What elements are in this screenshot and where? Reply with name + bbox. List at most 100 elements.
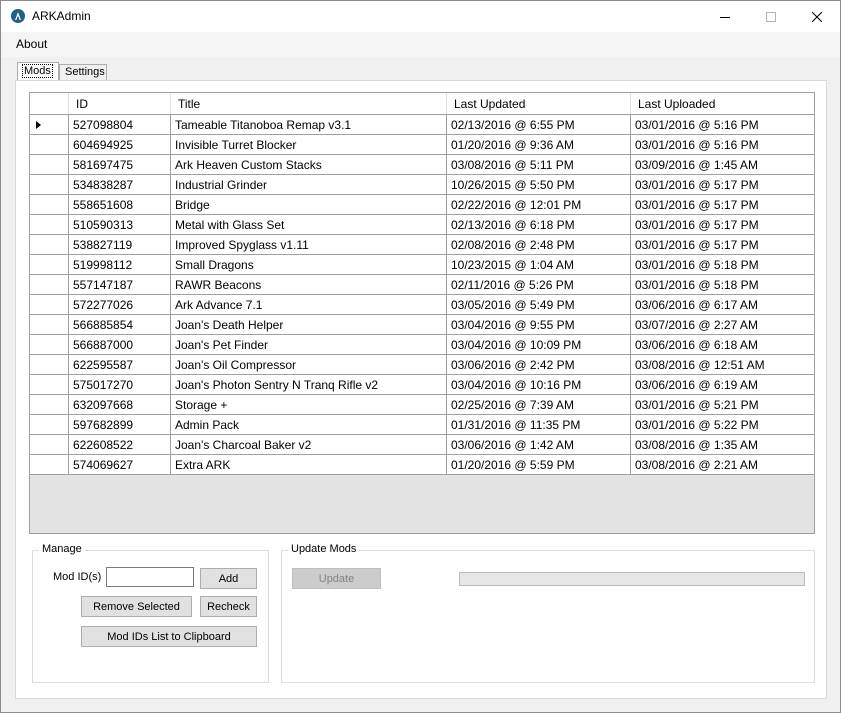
cell-title[interactable]: Bridge: [171, 195, 447, 214]
cell-id[interactable]: 519998112: [69, 255, 171, 274]
cell-id[interactable]: 574069627: [69, 455, 171, 474]
row-header[interactable]: [30, 215, 69, 234]
row-header[interactable]: [30, 175, 69, 194]
cell-last-uploaded[interactable]: 03/08/2016 @ 2:21 AM: [631, 455, 814, 474]
row-header[interactable]: [30, 195, 69, 214]
cell-title[interactable]: Ark Advance 7.1: [171, 295, 447, 314]
cell-last-updated[interactable]: 03/04/2016 @ 10:16 PM: [447, 375, 631, 394]
table-row[interactable]: 566885854 Joan's Death Helper 03/04/2016 @…: [30, 315, 814, 335]
cell-title[interactable]: RAWR Beacons: [171, 275, 447, 294]
cell-title[interactable]: Storage +: [171, 395, 447, 414]
cell-last-updated[interactable]: 01/20/2016 @ 5:59 PM: [447, 455, 631, 474]
cell-last-uploaded[interactable]: 03/01/2016 @ 5:18 PM: [631, 275, 814, 294]
cell-last-uploaded[interactable]: 03/01/2016 @ 5:18 PM: [631, 255, 814, 274]
cell-last-uploaded[interactable]: 03/08/2016 @ 1:35 AM: [631, 435, 814, 454]
cell-id[interactable]: 604694925: [69, 135, 171, 154]
column-header-title[interactable]: Title: [171, 93, 447, 114]
table-row[interactable]: 604694925 Invisible Turret Blocker 01/20/2…: [30, 135, 814, 155]
cell-last-updated[interactable]: 10/26/2015 @ 5:50 PM: [447, 175, 631, 194]
cell-title[interactable]: Joan's Pet Finder: [171, 335, 447, 354]
cell-title[interactable]: Extra ARK: [171, 455, 447, 474]
cell-last-updated[interactable]: 03/06/2016 @ 1:42 AM: [447, 435, 631, 454]
cell-last-uploaded[interactable]: 03/06/2016 @ 6:19 AM: [631, 375, 814, 394]
cell-title[interactable]: Improved Spyglass v1.11: [171, 235, 447, 254]
maximize-button[interactable]: [748, 1, 794, 32]
column-header-id[interactable]: ID: [69, 93, 171, 114]
row-header[interactable]: [30, 415, 69, 434]
cell-id[interactable]: 538827119: [69, 235, 171, 254]
cell-id[interactable]: 566887000: [69, 335, 171, 354]
cell-id[interactable]: 534838287: [69, 175, 171, 194]
column-header-last-uploaded[interactable]: Last Uploaded: [631, 93, 814, 114]
close-button[interactable]: [794, 1, 840, 32]
cell-id[interactable]: 527098804: [69, 115, 171, 134]
row-header[interactable]: [30, 135, 69, 154]
menu-about[interactable]: About: [16, 37, 47, 51]
table-row[interactable]: 575017270 Joan's Photon Sentry N Tranq Ri…: [30, 375, 814, 395]
cell-last-uploaded[interactable]: 03/09/2016 @ 1:45 AM: [631, 155, 814, 174]
row-header[interactable]: [30, 315, 69, 334]
table-row[interactable]: 527098804 Tameable Titanoboa Remap v3.1 02…: [30, 115, 814, 135]
cell-id[interactable]: 558651608: [69, 195, 171, 214]
cell-title[interactable]: Small Dragons: [171, 255, 447, 274]
row-header[interactable]: [30, 255, 69, 274]
column-header-last-updated[interactable]: Last Updated: [447, 93, 631, 114]
row-header[interactable]: [30, 395, 69, 414]
table-row[interactable]: 572277026 Ark Advance 7.1 03/05/2016 @ 5:4…: [30, 295, 814, 315]
cell-id[interactable]: 581697475: [69, 155, 171, 174]
mod-ids-input[interactable]: [106, 567, 194, 587]
minimize-button[interactable]: [702, 1, 748, 32]
cell-last-updated[interactable]: 02/13/2016 @ 6:55 PM: [447, 115, 631, 134]
cell-last-uploaded[interactable]: 03/01/2016 @ 5:17 PM: [631, 175, 814, 194]
cell-last-updated[interactable]: 03/08/2016 @ 5:11 PM: [447, 155, 631, 174]
row-header[interactable]: [30, 235, 69, 254]
cell-last-uploaded[interactable]: 03/01/2016 @ 5:21 PM: [631, 395, 814, 414]
cell-last-updated[interactable]: 01/20/2016 @ 9:36 AM: [447, 135, 631, 154]
cell-id[interactable]: 510590313: [69, 215, 171, 234]
update-button[interactable]: Update: [292, 568, 381, 589]
cell-last-uploaded[interactable]: 03/07/2016 @ 2:27 AM: [631, 315, 814, 334]
remove-selected-button[interactable]: Remove Selected: [81, 596, 192, 617]
cell-last-uploaded[interactable]: 03/06/2016 @ 6:18 AM: [631, 335, 814, 354]
table-row[interactable]: 558651608 Bridge 02/22/2016 @ 12:01 PM 03/0…: [30, 195, 814, 215]
table-row[interactable]: 622608522 Joan's Charcoal Baker v2 03/06/2…: [30, 435, 814, 455]
table-row[interactable]: 574069627 Extra ARK 01/20/2016 @ 5:59 PM 03…: [30, 455, 814, 475]
cell-title[interactable]: Joan's Death Helper: [171, 315, 447, 334]
column-header-selector[interactable]: [30, 93, 69, 114]
cell-id[interactable]: 632097668: [69, 395, 171, 414]
row-header[interactable]: [30, 375, 69, 394]
row-header[interactable]: [30, 335, 69, 354]
cell-id[interactable]: 572277026: [69, 295, 171, 314]
add-button[interactable]: Add: [200, 568, 257, 589]
table-row[interactable]: 534838287 Industrial Grinder 10/26/2015 @ …: [30, 175, 814, 195]
row-header[interactable]: [30, 355, 69, 374]
table-row[interactable]: 566887000 Joan's Pet Finder 03/04/2016 @ 1…: [30, 335, 814, 355]
cell-last-uploaded[interactable]: 03/06/2016 @ 6:17 AM: [631, 295, 814, 314]
cell-last-updated[interactable]: 01/31/2016 @ 11:35 PM: [447, 415, 631, 434]
cell-last-updated[interactable]: 03/04/2016 @ 10:09 PM: [447, 335, 631, 354]
cell-id[interactable]: 622595587: [69, 355, 171, 374]
copy-mod-ids-button[interactable]: Mod IDs List to Clipboard: [81, 626, 257, 647]
cell-last-updated[interactable]: 03/04/2016 @ 9:55 PM: [447, 315, 631, 334]
tab-settings[interactable]: Settings: [59, 64, 107, 81]
table-row[interactable]: 519998112 Small Dragons 10/23/2015 @ 1:04 …: [30, 255, 814, 275]
cell-id[interactable]: 557147187: [69, 275, 171, 294]
table-row[interactable]: 557147187 RAWR Beacons 02/11/2016 @ 5:26 P…: [30, 275, 814, 295]
row-header[interactable]: [30, 455, 69, 474]
cell-last-updated[interactable]: 03/05/2016 @ 5:49 PM: [447, 295, 631, 314]
cell-id[interactable]: 575017270: [69, 375, 171, 394]
cell-last-uploaded[interactable]: 03/01/2016 @ 5:17 PM: [631, 215, 814, 234]
cell-title[interactable]: Invisible Turret Blocker: [171, 135, 447, 154]
table-row[interactable]: 622595587 Joan's Oil Compressor 03/06/2016…: [30, 355, 814, 375]
cell-last-updated[interactable]: 02/22/2016 @ 12:01 PM: [447, 195, 631, 214]
cell-last-uploaded[interactable]: 03/01/2016 @ 5:17 PM: [631, 235, 814, 254]
table-row[interactable]: 538827119 Improved Spyglass v1.11 02/08/20…: [30, 235, 814, 255]
cell-title[interactable]: Metal with Glass Set: [171, 215, 447, 234]
cell-last-uploaded[interactable]: 03/01/2016 @ 5:16 PM: [631, 135, 814, 154]
cell-last-updated[interactable]: 10/23/2015 @ 1:04 AM: [447, 255, 631, 274]
cell-last-updated[interactable]: 02/08/2016 @ 2:48 PM: [447, 235, 631, 254]
cell-last-uploaded[interactable]: 03/08/2016 @ 12:51 AM: [631, 355, 814, 374]
cell-title[interactable]: Industrial Grinder: [171, 175, 447, 194]
cell-title[interactable]: Joan's Charcoal Baker v2: [171, 435, 447, 454]
cell-last-updated[interactable]: 02/25/2016 @ 7:39 AM: [447, 395, 631, 414]
